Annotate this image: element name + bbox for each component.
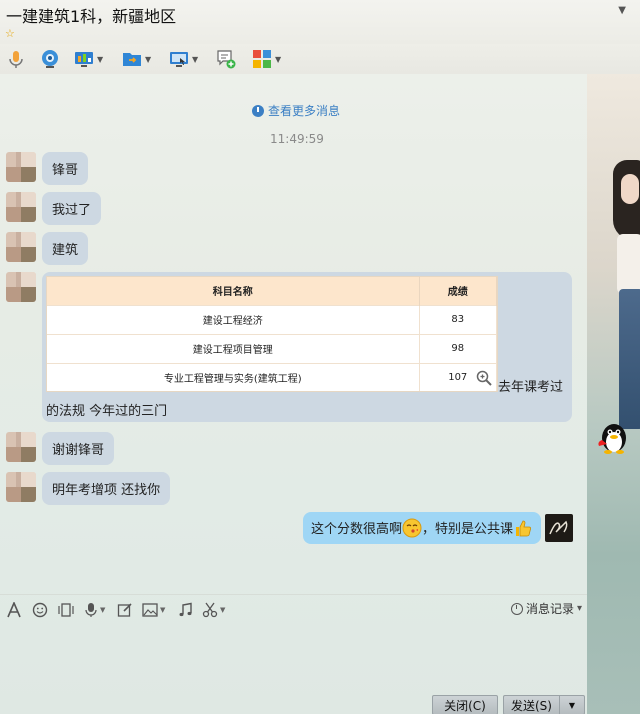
remote-desktop-caret-icon[interactable]: ▼: [192, 55, 198, 64]
apps-grid-icon: [253, 50, 271, 68]
my-message-bubble[interactable]: 这个分数很高啊 ，特别是公共课: [303, 512, 542, 544]
table-row: 建设工程项目管理 98: [47, 333, 497, 363]
message-history-caret-icon[interactable]: ▾: [577, 603, 582, 614]
view-more-messages-label[interactable]: 查看更多消息: [268, 102, 340, 119]
send-file-caret-icon[interactable]: ▼: [145, 55, 151, 64]
message-text: 的法规 今年过的三门: [46, 404, 168, 419]
remote-desktop-button[interactable]: ▼: [169, 46, 198, 72]
music-button[interactable]: [178, 600, 194, 620]
message-input[interactable]: [0, 624, 587, 692]
image-message-bubble[interactable]: 科目名称 成绩 建设工程经济 83 建设工程项目管理 98 专业工程管理与实务(…: [42, 272, 572, 422]
table-cell-score: 98: [419, 333, 497, 363]
message-text: ，特别是公共课: [422, 522, 514, 537]
score-table: 科目名称 成绩 建设工程经济 83 建设工程项目管理 98 专业工程管理与实务(…: [47, 277, 497, 391]
thumbs-up-icon: [516, 520, 532, 537]
scissors-icon: [202, 602, 218, 618]
zoom-in-icon[interactable]: [476, 370, 492, 386]
screenshot-button[interactable]: ▼: [202, 600, 225, 620]
video-call-button[interactable]: [40, 46, 60, 72]
image-caret-icon[interactable]: ▼: [160, 606, 165, 614]
qq-penguin-icon[interactable]: [597, 420, 629, 454]
send-file-button[interactable]: ▼: [122, 46, 151, 72]
table-row: 建设工程经济 83: [47, 304, 497, 334]
edit-note-button[interactable]: [117, 600, 133, 620]
score-image[interactable]: 科目名称 成绩 建设工程经济 83 建设工程项目管理 98 专业工程管理与实务(…: [46, 276, 498, 392]
view-more-messages-link[interactable]: 查看更多消息: [252, 102, 340, 119]
chat-toolbar: ▼ ▼ ▼ ▼: [0, 44, 640, 74]
table-cell-score: 83: [419, 304, 497, 334]
shake-window-button[interactable]: [57, 600, 75, 620]
editor-divider: [0, 594, 587, 595]
friend-avatar[interactable]: [6, 192, 36, 222]
clock-icon: [252, 104, 264, 117]
voice-message-caret-icon[interactable]: ▼: [100, 606, 105, 614]
friend-avatar[interactable]: [6, 272, 36, 302]
voice-call-button[interactable]: [6, 46, 26, 72]
table-header-subject: 科目名称: [47, 277, 420, 305]
friend-avatar[interactable]: [6, 232, 36, 262]
my-avatar[interactable]: [545, 514, 573, 542]
webcam-icon: [42, 50, 58, 68]
screen-share-caret-icon[interactable]: ▼: [97, 55, 103, 64]
image-icon: [142, 603, 158, 617]
image-button[interactable]: ▼: [142, 600, 165, 620]
message-bubble[interactable]: 建筑: [42, 232, 89, 265]
table-row: 专业工程管理与实务(建筑工程) 107: [47, 362, 497, 391]
table-header-row: 科目名称 成绩: [47, 277, 497, 305]
favorite-star-icon[interactable]: ☆: [5, 27, 15, 40]
skin-figure-jeans: [619, 289, 640, 429]
signature-avatar-icon: [549, 520, 568, 535]
smiley-icon: [32, 602, 48, 618]
kiss-emoji-icon: [402, 518, 422, 538]
message-text: 这个分数很高啊: [311, 522, 403, 537]
message-bubble[interactable]: 谢谢锋哥: [42, 432, 115, 465]
send-button[interactable]: 发送(S): [503, 695, 559, 714]
microphone-icon: [9, 51, 23, 68]
screen-share-icon: [75, 52, 93, 67]
table-cell-subject: 建设工程经济: [47, 304, 420, 334]
table-header-score: 成绩: [419, 277, 497, 305]
table-cell-subject: 专业工程管理与实务(建筑工程): [47, 362, 420, 391]
editor-toolbar: ▼ ▼ ▼: [0, 598, 587, 622]
message-timestamp: 11:49:59: [270, 132, 324, 146]
screen-share-button[interactable]: ▼: [74, 46, 103, 72]
monitor-icon: [170, 52, 188, 67]
friend-avatar[interactable]: [6, 472, 36, 502]
create-discussion-button[interactable]: [216, 46, 236, 72]
shake-window-icon: [58, 603, 74, 617]
message-history-button[interactable]: 消息记录 ▾: [511, 600, 582, 617]
chat-title[interactable]: 一建建筑1科，新疆地区: [6, 3, 176, 27]
font-button[interactable]: [6, 600, 22, 620]
voice-message-button[interactable]: ▼: [84, 600, 105, 620]
skin-figure-body: [617, 234, 640, 294]
send-options-caret-icon[interactable]: ▼: [559, 695, 585, 714]
message-history-label[interactable]: 消息记录: [526, 600, 574, 617]
music-note-icon: [179, 602, 192, 617]
message-bubble[interactable]: 明年考增项 还找你: [42, 472, 171, 505]
apps-button[interactable]: ▼: [252, 46, 281, 72]
emoji-button[interactable]: [32, 600, 48, 620]
table-cell-subject: 建设工程项目管理: [47, 333, 420, 363]
skin-figure-face: [621, 174, 639, 204]
message-text: 去年课考过: [498, 380, 564, 395]
folder-send-icon: [123, 53, 141, 66]
history-clock-icon: [511, 602, 523, 615]
microphone-icon: [85, 603, 97, 617]
window-menu-arrow-icon[interactable]: ▼: [618, 5, 626, 16]
friend-avatar[interactable]: [6, 432, 36, 462]
font-icon: [7, 602, 21, 618]
apps-caret-icon[interactable]: ▼: [275, 55, 281, 64]
message-list[interactable]: 查看更多消息 11:49:59 锋哥 我过了 建筑 科目名称 成绩 建设工程经济…: [0, 74, 587, 594]
message-bubble[interactable]: 锋哥: [42, 152, 89, 185]
chat-add-icon: [217, 50, 236, 69]
message-bubble[interactable]: 我过了: [42, 192, 102, 225]
title-bar: 一建建筑1科，新疆地区 ☆ ▼: [0, 0, 640, 44]
friend-avatar[interactable]: [6, 152, 36, 182]
chat-skin-panel: [587, 74, 640, 714]
edit-icon: [117, 603, 132, 617]
screenshot-caret-icon[interactable]: ▼: [220, 606, 225, 614]
close-button[interactable]: 关闭(C): [432, 695, 498, 714]
